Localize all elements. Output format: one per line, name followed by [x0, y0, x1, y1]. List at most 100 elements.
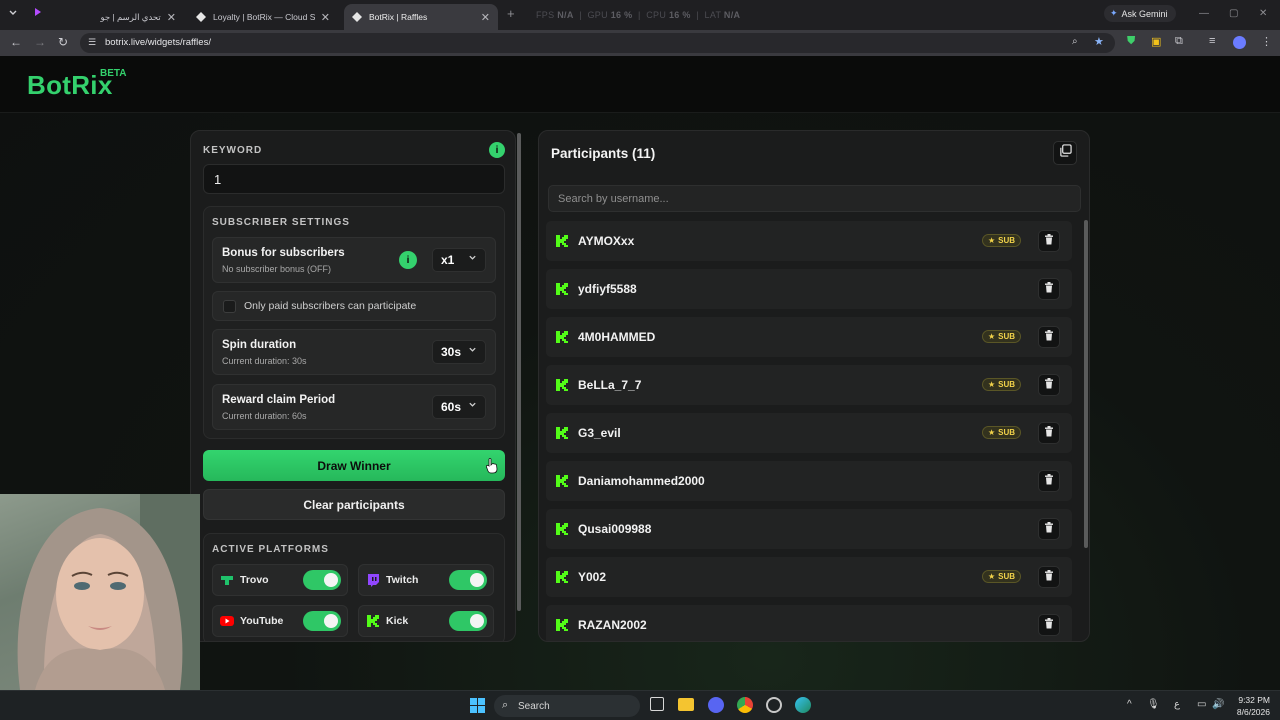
- close-window-icon[interactable]: ✕: [1259, 8, 1267, 19]
- tab-drawing-challenge[interactable]: تحدي الرسم | جولة ✕: [92, 4, 184, 30]
- system-clock[interactable]: 9:32 PM 8/6/2026: [1228, 694, 1270, 718]
- close-tab-icon[interactable]: ✕: [167, 11, 176, 24]
- subscriber-badge-label: SUB: [998, 428, 1015, 437]
- copy-participants-button[interactable]: [1053, 141, 1077, 165]
- participants-panel: Participants (11) Search by username... …: [538, 130, 1090, 642]
- kick-toggle[interactable]: [449, 611, 487, 631]
- gemini-sparkle-icon: ✦: [1110, 8, 1118, 18]
- site-info-icon[interactable]: ☰: [88, 37, 96, 48]
- spin-duration-row: Spin duration Current duration: 30s 30s: [212, 329, 496, 375]
- url-text: botrix.live/widgets/raffles/: [105, 37, 211, 48]
- close-tab-icon[interactable]: ✕: [321, 11, 330, 24]
- microphone-icon[interactable]: 🎙: [1147, 699, 1160, 710]
- trovo-toggle[interactable]: [303, 570, 341, 590]
- kick-icon: [555, 378, 569, 392]
- maximize-icon[interactable]: ▢: [1229, 8, 1238, 19]
- youtube-toggle[interactable]: [303, 611, 341, 631]
- tab-search-icon[interactable]: [8, 7, 18, 20]
- twitch-icon: [366, 573, 380, 587]
- claim-period-title: Reward claim Period: [222, 394, 336, 406]
- paid-only-label: Only paid subscribers can participate: [244, 300, 417, 312]
- keyword-info-icon[interactable]: i: [489, 142, 505, 158]
- reading-list-icon[interactable]: ≡: [1209, 35, 1215, 47]
- subscriber-badge-label: SUB: [998, 572, 1015, 581]
- subscriber-badge-label: SUB: [998, 236, 1015, 245]
- remove-participant-button[interactable]: [1038, 422, 1060, 444]
- raffle-settings-panel: KEYWORD i 1 SUBSCRIBER SETTINGS Bonus fo…: [190, 130, 516, 642]
- address-bar[interactable]: ☰ botrix.live/widgets/raffles/ ⌕ ★: [80, 33, 1115, 53]
- trash-icon: [1044, 280, 1054, 298]
- back-icon[interactable]: ←: [10, 35, 22, 49]
- remove-participant-button[interactable]: [1038, 326, 1060, 348]
- remove-participant-button[interactable]: [1038, 278, 1060, 300]
- minimize-icon[interactable]: —: [1199, 8, 1209, 19]
- participants-scrollbar[interactable]: [1084, 220, 1088, 548]
- extension-shield-icon[interactable]: ⛊: [1127, 35, 1135, 48]
- close-tab-icon[interactable]: ✕: [481, 11, 490, 24]
- star-icon: ★: [987, 380, 996, 389]
- edge-icon[interactable]: [795, 697, 811, 713]
- participant-row: Y002 ★ SUB: [546, 557, 1072, 597]
- subscriber-badge: ★ SUB: [981, 378, 1021, 391]
- start-windows-icon[interactable]: [470, 698, 485, 718]
- trash-icon: [1044, 616, 1054, 634]
- remove-participant-button[interactable]: [1038, 614, 1060, 636]
- draw-winner-button[interactable]: Draw Winner: [203, 450, 505, 481]
- platform-trovo: Trovo: [212, 564, 348, 596]
- clear-participants-button[interactable]: Clear participants: [203, 489, 505, 520]
- remove-participant-button[interactable]: [1038, 230, 1060, 252]
- volume-icon[interactable]: 🔊: [1212, 699, 1224, 710]
- tab-title: تحدي الرسم | جولة: [100, 11, 161, 22]
- kick-icon: [555, 474, 569, 488]
- kick-icon: [555, 618, 569, 632]
- obs-icon[interactable]: [766, 697, 782, 713]
- reload-icon[interactable]: ↻: [58, 35, 68, 49]
- subscriber-badge: ★ SUB: [981, 426, 1021, 439]
- tray-overflow-icon[interactable]: ^: [1127, 699, 1132, 710]
- webcam-overlay: [0, 494, 200, 690]
- file-explorer-icon[interactable]: [678, 698, 694, 711]
- fps-label: FPS: [536, 10, 555, 20]
- kick-icon: [366, 614, 380, 628]
- input-language-indicator[interactable]: ع: [1174, 699, 1180, 710]
- keyword-input[interactable]: 1: [203, 164, 505, 194]
- star-icon: ★: [987, 332, 996, 341]
- bonus-multiplier-select[interactable]: x1: [432, 248, 486, 272]
- twitch-toggle[interactable]: [449, 570, 487, 590]
- tab-loyalty[interactable]: Loyalty | BotRix — Cloud Stream ✕: [188, 4, 338, 30]
- participant-username: Y002: [578, 570, 607, 584]
- remove-participant-button[interactable]: [1038, 518, 1060, 540]
- zoom-icon[interactable]: ⌕: [1072, 36, 1078, 47]
- spin-duration-select[interactable]: 30s: [432, 340, 486, 364]
- remove-participant-button[interactable]: [1038, 374, 1060, 396]
- participant-search-input[interactable]: Search by username...: [548, 185, 1081, 212]
- network-icon[interactable]: ▭: [1197, 699, 1206, 710]
- extension-wallet-icon[interactable]: ▣: [1151, 35, 1161, 48]
- bonus-info-icon[interactable]: i: [399, 251, 417, 269]
- platform-twitch: Twitch: [358, 564, 494, 596]
- beta-badge: BETA: [100, 68, 127, 79]
- paid-only-row[interactable]: Only paid subscribers can participate: [212, 291, 496, 321]
- ask-gemini-button[interactable]: ✦ Ask Gemini: [1104, 5, 1176, 22]
- gpu-label: GPU: [587, 10, 608, 20]
- task-view-icon[interactable]: [650, 697, 664, 711]
- remove-participant-button[interactable]: [1038, 470, 1060, 492]
- paid-only-checkbox[interactable]: [223, 300, 236, 313]
- subscriber-badge: ★ SUB: [981, 570, 1021, 583]
- extensions-puzzle-icon[interactable]: ⧉: [1175, 35, 1183, 48]
- new-tab-icon[interactable]: +: [507, 6, 515, 21]
- platform-name: Twitch: [386, 574, 419, 586]
- menu-kebab-icon[interactable]: ⋮: [1261, 35, 1272, 48]
- claim-period-select[interactable]: 60s: [432, 395, 486, 419]
- taskbar-search[interactable]: ⌕ Search: [494, 695, 640, 717]
- discord-icon[interactable]: [708, 697, 724, 713]
- remove-participant-button[interactable]: [1038, 566, 1060, 588]
- chrome-icon[interactable]: [737, 697, 753, 713]
- tab-raffles[interactable]: BotRix | Raffles ✕: [344, 4, 498, 30]
- bookmark-star-icon[interactable]: ★: [1094, 35, 1104, 48]
- forward-icon[interactable]: →: [34, 35, 46, 49]
- profile-avatar[interactable]: [1233, 36, 1246, 49]
- platform-name: Kick: [386, 615, 409, 627]
- bonus-multiplier-value: x1: [441, 253, 455, 267]
- settings-scrollbar[interactable]: [517, 133, 521, 611]
